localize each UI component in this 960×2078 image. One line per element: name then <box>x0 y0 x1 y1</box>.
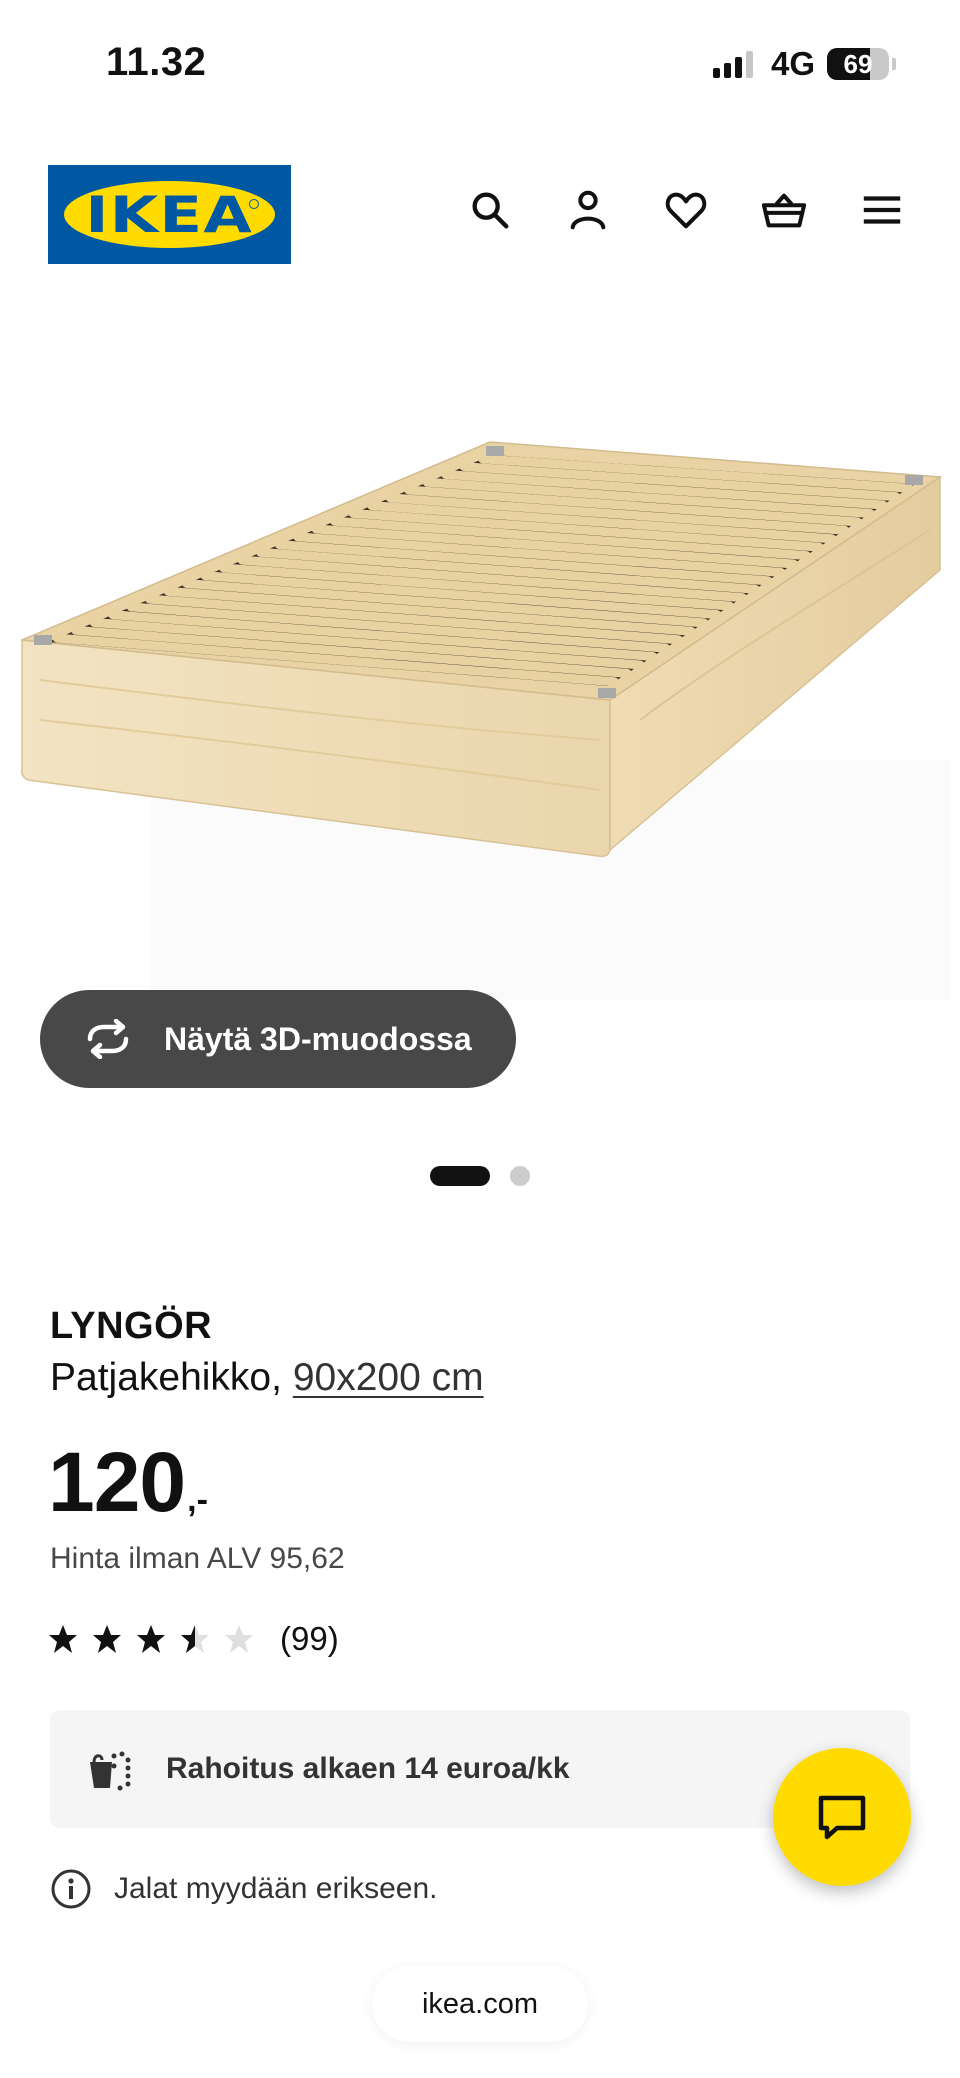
status-time: 11.32 <box>106 40 207 84</box>
battery-tip <box>892 58 896 70</box>
review-count: (99) <box>280 1620 339 1657</box>
menu-icon <box>863 196 901 224</box>
payment-icon <box>90 1751 131 1791</box>
status-indicators: 4G 69 <box>712 44 896 84</box>
status-bar: 11.32 4G 69 <box>0 0 960 120</box>
battery-icon: 69 <box>827 48 889 80</box>
chat-icon <box>818 1795 866 1840</box>
product-name: LYNGÖR <box>50 1305 213 1347</box>
rotate-icon <box>87 1019 129 1059</box>
star-icon <box>93 1625 121 1653</box>
chat-button[interactable] <box>773 1748 911 1886</box>
basket-button[interactable] <box>754 180 814 240</box>
heart-icon <box>665 192 707 229</box>
search-button[interactable] <box>460 180 520 240</box>
product-type: Patjakehikko, <box>50 1356 282 1399</box>
star-icon <box>137 1625 165 1653</box>
bed-base-image <box>20 441 950 1000</box>
ikea-logo[interactable]: IKEA <box>48 165 291 264</box>
price: 120 ,- <box>48 1440 208 1524</box>
account-button[interactable] <box>558 180 618 240</box>
view-3d-button[interactable]: Näytä 3D-muodossa <box>40 990 516 1088</box>
menu-button[interactable] <box>852 180 912 240</box>
price-suffix: ,- <box>187 1481 208 1519</box>
search-icon <box>472 192 509 229</box>
carousel-dot[interactable] <box>510 1166 530 1186</box>
size-link[interactable]: 90x200 cm <box>293 1356 484 1399</box>
carousel-indicator <box>430 1166 530 1186</box>
carousel-dot[interactable] <box>430 1166 490 1186</box>
star-icon <box>49 1625 77 1653</box>
network-type: 4G <box>770 45 815 82</box>
price-value: 120 <box>48 1435 186 1529</box>
signal-icon <box>712 50 753 78</box>
info-icon <box>51 1869 91 1909</box>
battery-level: 69 <box>843 49 873 79</box>
header-actions <box>460 180 912 240</box>
financing-label: Rahoitus alkaen 14 euroa/kk <box>166 1752 570 1785</box>
star-icon <box>225 1625 253 1653</box>
basket-icon <box>761 193 807 228</box>
rating-stars <box>48 1624 254 1654</box>
user-icon <box>570 190 606 230</box>
legs-notice: Jalat myydään erikseen. <box>50 1868 438 1910</box>
favourites-button[interactable] <box>656 180 716 240</box>
site-header: IKEA <box>0 160 960 270</box>
registered-mark <box>249 199 259 209</box>
product-description: Patjakehikko, 90x200 cm <box>50 1356 484 1400</box>
view-3d-label: Näytä 3D-muodossa <box>164 1020 472 1057</box>
price-excl-vat: Hinta ilman ALV 95,62 <box>50 1542 345 1575</box>
star-icon <box>181 1625 209 1653</box>
product-image[interactable] <box>0 380 960 1000</box>
browser-url-bar[interactable]: ikea.com <box>372 1966 588 2042</box>
legs-notice-text: Jalat myydään erikseen. <box>114 1872 438 1905</box>
logo-text: IKEA <box>85 185 254 244</box>
rating[interactable]: (99) <box>48 1620 339 1658</box>
logo-oval: IKEA <box>64 181 275 248</box>
